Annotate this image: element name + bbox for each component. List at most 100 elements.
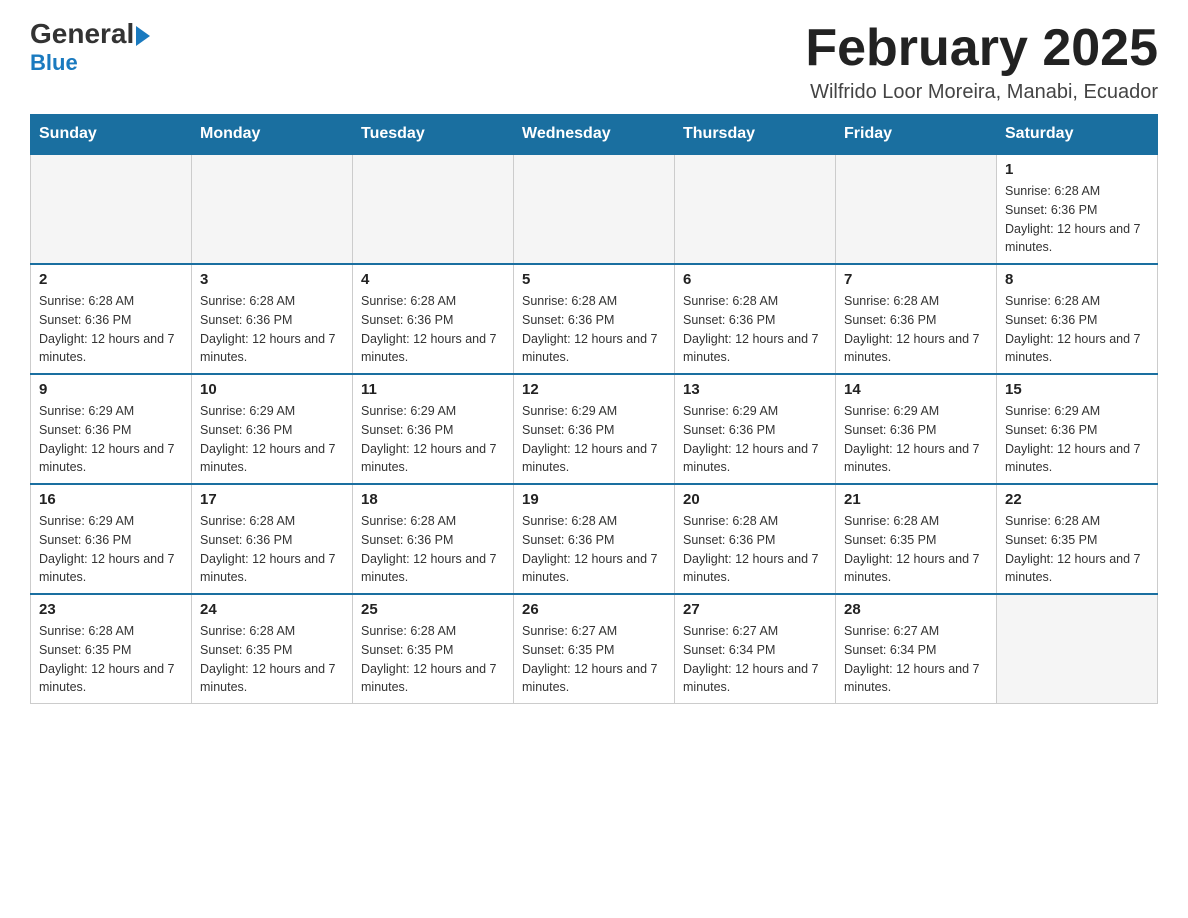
day-info: Sunrise: 6:28 AMSunset: 6:35 PMDaylight:…	[361, 622, 505, 697]
day-number: 16	[39, 491, 183, 508]
calendar-cell: 17 Sunrise: 6:28 AMSunset: 6:36 PMDayligh…	[192, 484, 353, 594]
calendar-week-row: 1 Sunrise: 6:28 AMSunset: 6:36 PMDaylight…	[31, 154, 1158, 264]
calendar-cell: 2 Sunrise: 6:28 AMSunset: 6:36 PMDaylight…	[31, 264, 192, 374]
calendar-cell	[353, 154, 514, 264]
calendar-cell: 5 Sunrise: 6:28 AMSunset: 6:36 PMDaylight…	[514, 264, 675, 374]
day-number: 6	[683, 271, 827, 288]
day-info: Sunrise: 6:29 AMSunset: 6:36 PMDaylight:…	[361, 402, 505, 477]
day-info: Sunrise: 6:27 AMSunset: 6:34 PMDaylight:…	[844, 622, 988, 697]
day-info: Sunrise: 6:28 AMSunset: 6:36 PMDaylight:…	[361, 292, 505, 367]
logo: General Blue	[30, 20, 152, 76]
calendar-cell: 23Sunrise: 6:28 AMSunset: 6:35 PMDayligh…	[31, 594, 192, 704]
day-number: 19	[522, 491, 666, 508]
day-info: Sunrise: 6:29 AMSunset: 6:36 PMDaylight:…	[1005, 402, 1149, 477]
calendar-week-row: 16 Sunrise: 6:29 AMSunset: 6:36 PMDayligh…	[31, 484, 1158, 594]
day-number: 8	[1005, 271, 1149, 288]
calendar-table: SundayMondayTuesdayWednesdayThursdayFrid…	[30, 114, 1158, 704]
calendar-cell	[192, 154, 353, 264]
calendar-cell: 28 Sunrise: 6:27 AMSunset: 6:34 PMDayligh…	[836, 594, 997, 704]
day-info: Sunrise: 6:27 AMSunset: 6:34 PMDaylight:…	[683, 622, 827, 697]
day-number: 2	[39, 271, 183, 288]
day-number: 3	[200, 271, 344, 288]
day-info: Sunrise: 6:27 AMSunset: 6:35 PMDaylight:…	[522, 622, 666, 697]
day-info: Sunrise: 6:29 AMSunset: 6:36 PMDaylight:…	[200, 402, 344, 477]
calendar-cell: 25 Sunrise: 6:28 AMSunset: 6:35 PMDayligh…	[353, 594, 514, 704]
calendar-week-row: 9Sunrise: 6:29 AMSunset: 6:36 PMDaylight…	[31, 374, 1158, 484]
calendar-cell: 13Sunrise: 6:29 AMSunset: 6:36 PMDayligh…	[675, 374, 836, 484]
weekday-header-monday: Monday	[192, 115, 353, 155]
calendar-cell: 20 Sunrise: 6:28 AMSunset: 6:36 PMDayligh…	[675, 484, 836, 594]
weekday-header-sunday: Sunday	[31, 115, 192, 155]
day-info: Sunrise: 6:28 AMSunset: 6:36 PMDaylight:…	[522, 292, 666, 367]
day-number: 5	[522, 271, 666, 288]
subtitle: Wilfrido Loor Moreira, Manabi, Ecuador	[805, 81, 1158, 104]
day-info: Sunrise: 6:29 AMSunset: 6:36 PMDaylight:…	[39, 402, 183, 477]
calendar-cell: 15 Sunrise: 6:29 AMSunset: 6:36 PMDayligh…	[997, 374, 1158, 484]
day-number: 23	[39, 601, 183, 618]
weekday-header-thursday: Thursday	[675, 115, 836, 155]
title-area: February 2025 Wilfrido Loor Moreira, Man…	[805, 20, 1158, 104]
day-info: Sunrise: 6:28 AMSunset: 6:35 PMDaylight:…	[200, 622, 344, 697]
calendar-cell: 21Sunrise: 6:28 AMSunset: 6:35 PMDayligh…	[836, 484, 997, 594]
day-number: 17	[200, 491, 344, 508]
day-number: 21	[844, 491, 988, 508]
day-info: Sunrise: 6:29 AMSunset: 6:36 PMDaylight:…	[39, 512, 183, 587]
day-number: 22	[1005, 491, 1149, 508]
day-number: 7	[844, 271, 988, 288]
logo-line1: General	[30, 20, 152, 48]
weekday-header-saturday: Saturday	[997, 115, 1158, 155]
calendar-cell: 24 Sunrise: 6:28 AMSunset: 6:35 PMDayligh…	[192, 594, 353, 704]
day-number: 25	[361, 601, 505, 618]
day-number: 18	[361, 491, 505, 508]
calendar-cell: 16 Sunrise: 6:29 AMSunset: 6:36 PMDayligh…	[31, 484, 192, 594]
calendar-cell: 18 Sunrise: 6:28 AMSunset: 6:36 PMDayligh…	[353, 484, 514, 594]
day-info: Sunrise: 6:28 AMSunset: 6:36 PMDaylight:…	[200, 292, 344, 367]
day-number: 20	[683, 491, 827, 508]
calendar-cell	[836, 154, 997, 264]
weekday-header-wednesday: Wednesday	[514, 115, 675, 155]
day-info: Sunrise: 6:28 AMSunset: 6:36 PMDaylight:…	[39, 292, 183, 367]
calendar-cell: 11Sunrise: 6:29 AMSunset: 6:36 PMDayligh…	[353, 374, 514, 484]
month-title: February 2025	[805, 20, 1158, 77]
day-info: Sunrise: 6:28 AMSunset: 6:36 PMDaylight:…	[683, 292, 827, 367]
day-info: Sunrise: 6:28 AMSunset: 6:36 PMDaylight:…	[361, 512, 505, 587]
calendar-header-row: SundayMondayTuesdayWednesdayThursdayFrid…	[31, 115, 1158, 155]
day-number: 27	[683, 601, 827, 618]
day-number: 1	[1005, 161, 1149, 178]
calendar-cell: 12Sunrise: 6:29 AMSunset: 6:36 PMDayligh…	[514, 374, 675, 484]
day-number: 15	[1005, 381, 1149, 398]
day-number: 26	[522, 601, 666, 618]
calendar-week-row: 2 Sunrise: 6:28 AMSunset: 6:36 PMDaylight…	[31, 264, 1158, 374]
calendar-cell: 27 Sunrise: 6:27 AMSunset: 6:34 PMDayligh…	[675, 594, 836, 704]
calendar-cell: 19 Sunrise: 6:28 AMSunset: 6:36 PMDayligh…	[514, 484, 675, 594]
day-info: Sunrise: 6:28 AMSunset: 6:36 PMDaylight:…	[1005, 292, 1149, 367]
calendar-cell	[997, 594, 1158, 704]
day-number: 13	[683, 381, 827, 398]
calendar-cell: 1 Sunrise: 6:28 AMSunset: 6:36 PMDaylight…	[997, 154, 1158, 264]
day-info: Sunrise: 6:28 AMSunset: 6:35 PMDaylight:…	[1005, 512, 1149, 587]
day-info: Sunrise: 6:28 AMSunset: 6:36 PMDaylight:…	[1005, 182, 1149, 257]
day-number: 28	[844, 601, 988, 618]
day-info: Sunrise: 6:28 AMSunset: 6:36 PMDaylight:…	[200, 512, 344, 587]
day-number: 24	[200, 601, 344, 618]
calendar-cell: 3 Sunrise: 6:28 AMSunset: 6:36 PMDaylight…	[192, 264, 353, 374]
calendar-cell: 9Sunrise: 6:29 AMSunset: 6:36 PMDaylight…	[31, 374, 192, 484]
day-info: Sunrise: 6:29 AMSunset: 6:36 PMDaylight:…	[522, 402, 666, 477]
logo-line2: Blue	[30, 50, 78, 76]
calendar-cell	[675, 154, 836, 264]
calendar-cell: 14Sunrise: 6:29 AMSunset: 6:36 PMDayligh…	[836, 374, 997, 484]
calendar-cell	[514, 154, 675, 264]
day-number: 14	[844, 381, 988, 398]
calendar-cell: 22 Sunrise: 6:28 AMSunset: 6:35 PMDayligh…	[997, 484, 1158, 594]
day-number: 10	[200, 381, 344, 398]
calendar-cell: 4 Sunrise: 6:28 AMSunset: 6:36 PMDaylight…	[353, 264, 514, 374]
day-info: Sunrise: 6:28 AMSunset: 6:36 PMDaylight:…	[522, 512, 666, 587]
weekday-header-tuesday: Tuesday	[353, 115, 514, 155]
day-number: 4	[361, 271, 505, 288]
calendar-week-row: 23 Sunrise: 6:28 AMSunset: 6:35 PMDayligh…	[31, 594, 1158, 704]
day-info: Sunrise: 6:28 AMSunset: 6:36 PMDaylight:…	[683, 512, 827, 587]
calendar-cell	[31, 154, 192, 264]
calendar-cell: 8 Sunrise: 6:28 AMSunset: 6:36 PMDaylight…	[997, 264, 1158, 374]
header-area: General Blue February 2025 Wilfrido Loor…	[30, 20, 1158, 104]
calendar-cell: 10 Sunrise: 6:29 AMSunset: 6:36 PMDayligh…	[192, 374, 353, 484]
